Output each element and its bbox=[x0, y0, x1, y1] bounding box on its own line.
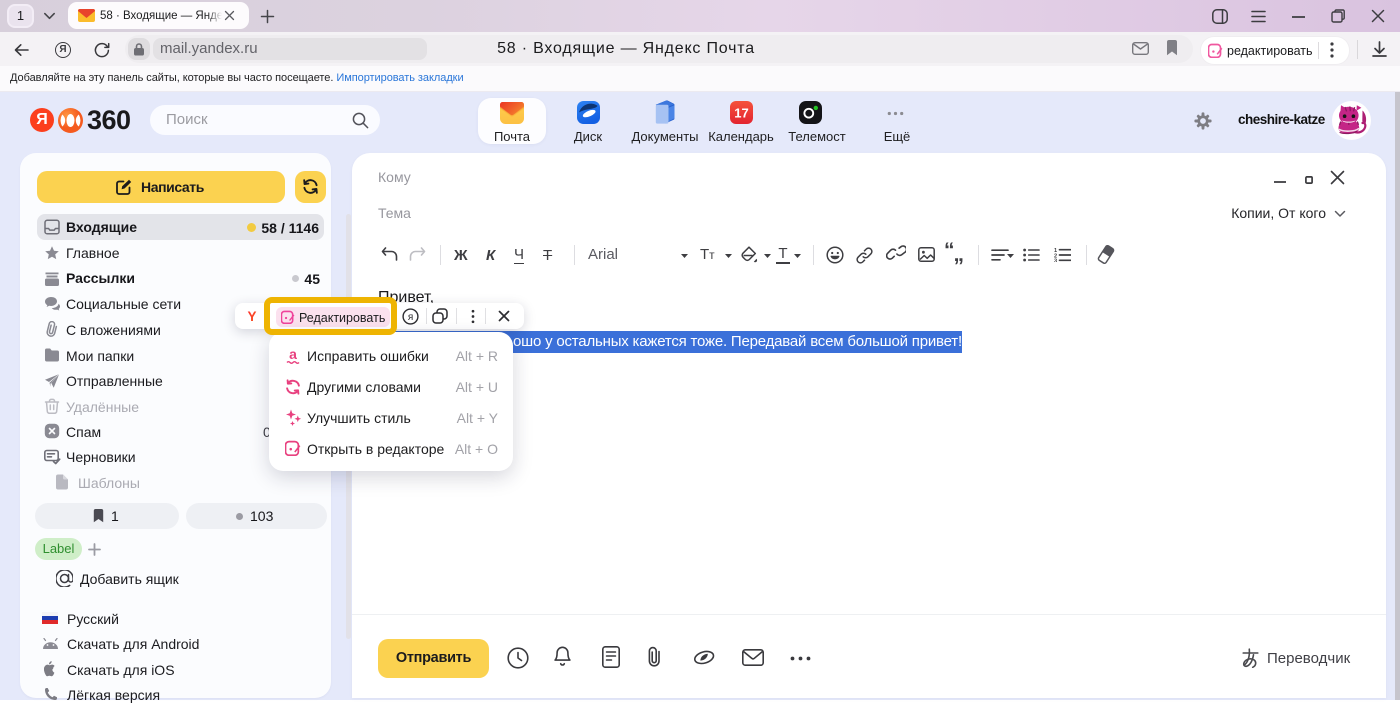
svg-text:Y: Y bbox=[247, 309, 256, 324]
svg-text:я: я bbox=[408, 312, 413, 323]
svg-text:3: 3 bbox=[1054, 258, 1057, 262]
svg-text:17: 17 bbox=[734, 106, 748, 121]
svg-text:a: a bbox=[289, 347, 297, 362]
